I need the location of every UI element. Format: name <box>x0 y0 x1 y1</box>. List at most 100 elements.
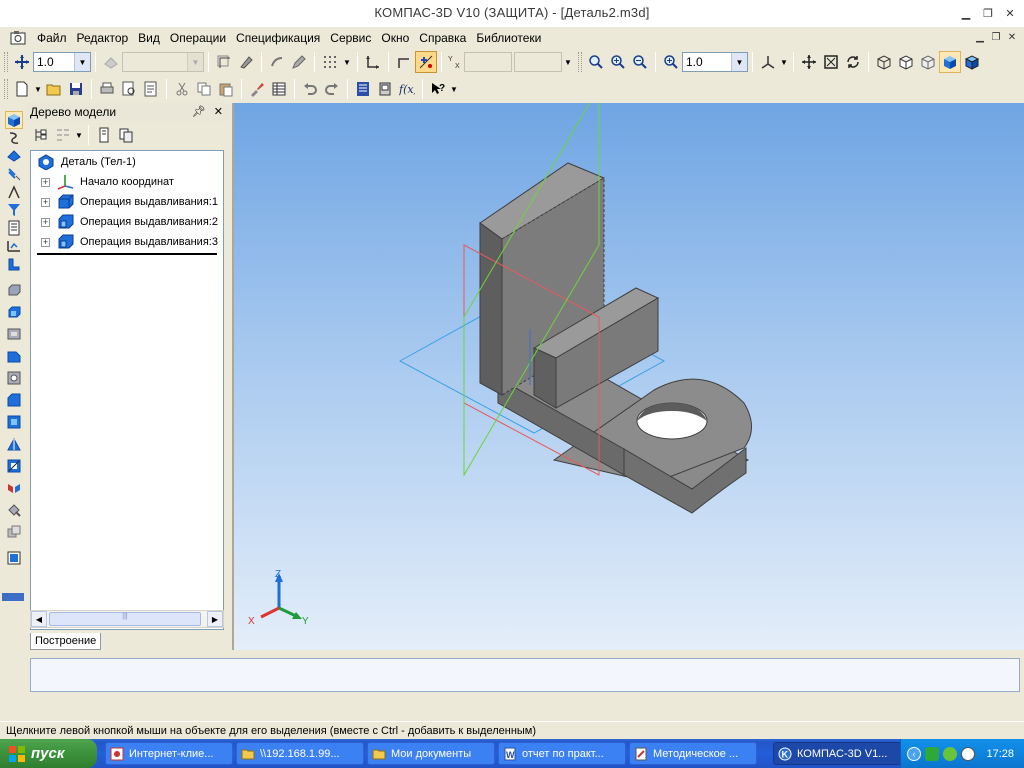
tool-assembly-button[interactable] <box>5 549 23 567</box>
preview-button[interactable] <box>118 78 140 100</box>
menu-service[interactable]: Сервис <box>325 27 376 49</box>
menu-file[interactable]: Файл <box>32 27 72 49</box>
scroll-thumb[interactable]: ||| <box>49 612 201 626</box>
task-method[interactable]: Методическое ... <box>629 742 757 765</box>
document-icon[interactable] <box>10 30 26 46</box>
new-button[interactable] <box>11 78 33 100</box>
open-button[interactable] <box>43 78 65 100</box>
menu-view[interactable]: Вид <box>133 27 165 49</box>
round-button[interactable] <box>393 51 415 73</box>
pan-button[interactable] <box>798 51 820 73</box>
manager-button[interactable] <box>352 78 374 100</box>
local-cs-button[interactable] <box>213 51 235 73</box>
function-button[interactable]: f(x) <box>396 78 418 100</box>
variables-button[interactable] <box>268 78 290 100</box>
tree-horizontal-scrollbar[interactable]: ◀ ||| ▶ <box>30 610 224 628</box>
grid-dropdown[interactable]: ▼ <box>341 51 353 73</box>
orientation-button[interactable] <box>235 51 257 73</box>
panel-curves-button[interactable] <box>5 129 23 147</box>
save-button[interactable] <box>65 78 87 100</box>
tree-root[interactable]: Деталь (Тел-1) <box>37 153 136 171</box>
orientation-dropdown[interactable]: ▼ <box>779 51 789 73</box>
tool-mirror-button[interactable] <box>5 479 23 497</box>
menu-libraries[interactable]: Библиотеки <box>471 27 546 49</box>
panel-expand-bar[interactable] <box>2 593 24 601</box>
doc-close-icon[interactable]: ✕ <box>1004 29 1020 45</box>
tree-item-extrude-2[interactable]: + Операция выдавливания:2 <box>41 213 218 231</box>
tool-split-button[interactable] <box>5 501 23 519</box>
tree-view-dropdown[interactable]: ▼ <box>74 124 84 146</box>
tray-expand-icon[interactable]: ‹ <box>907 746 921 761</box>
coordinates-button[interactable]: YX <box>446 51 464 73</box>
task-report[interactable]: W отчет по практ... <box>498 742 626 765</box>
tree-relations-button[interactable] <box>115 124 137 146</box>
menu-specification[interactable]: Спецификация <box>231 27 325 49</box>
tool-rotate-button[interactable] <box>5 303 23 321</box>
tool-cut-button[interactable] <box>5 369 23 387</box>
tool-chamfer-button[interactable] <box>5 391 23 409</box>
chevron-down-icon[interactable]: ▼ <box>731 53 747 71</box>
task-my-documents[interactable]: Мои документы <box>367 742 495 765</box>
panel-measure-button[interactable] <box>5 237 23 255</box>
shaded-edges-button[interactable] <box>961 51 983 73</box>
panel-auxiliary-button[interactable] <box>5 183 23 201</box>
tree-item-extrude-3[interactable]: + Операция выдавливания:3 <box>41 233 218 251</box>
redo-button[interactable] <box>321 78 343 100</box>
tool-shell-button[interactable] <box>5 457 23 475</box>
task-kompas[interactable]: K КОМПАС-3D V1... <box>773 742 901 765</box>
panel-sheet-button[interactable] <box>5 255 23 273</box>
tool-extrude-button[interactable] <box>5 281 23 299</box>
chevron-down-icon[interactable]: ▼ <box>74 53 90 71</box>
toolbar-overflow[interactable]: ▼ <box>562 51 574 73</box>
model-scene[interactable]: Z X Y <box>234 103 1024 650</box>
expand-icon[interactable]: + <box>41 217 50 227</box>
tool-rib-button[interactable] <box>5 435 23 453</box>
panel-editing-button[interactable] <box>5 111 23 129</box>
panel-arrays-button[interactable] <box>5 165 23 183</box>
rotate-button[interactable] <box>842 51 864 73</box>
zoom-scale-button[interactable] <box>660 51 682 73</box>
ortho-button[interactable] <box>362 51 384 73</box>
context-help-button[interactable]: ? <box>427 78 449 100</box>
step-cursor-button[interactable] <box>11 51 33 73</box>
shaded-button[interactable] <box>939 51 961 73</box>
edit-sketch-button[interactable] <box>288 51 310 73</box>
copy-button[interactable] <box>193 78 215 100</box>
pin-icon[interactable]: 📌︎ <box>192 103 206 121</box>
wireframe-button[interactable] <box>873 51 895 73</box>
tree-item-origin[interactable]: + Начало координат <box>41 173 174 191</box>
paste-button[interactable] <box>215 78 237 100</box>
clock-tray-icon[interactable] <box>961 746 975 761</box>
minimize-icon[interactable]: ▁ <box>956 4 976 22</box>
tool-hole-button[interactable] <box>5 413 23 431</box>
scroll-right-icon[interactable]: ▶ <box>207 611 223 627</box>
tool-kinematic-button[interactable] <box>5 325 23 343</box>
properties-button[interactable] <box>140 78 162 100</box>
close-icon[interactable]: ✕ <box>214 103 223 121</box>
menu-operations[interactable]: Операции <box>165 27 231 49</box>
zoom-window-button[interactable] <box>585 51 607 73</box>
sketch-button[interactable] <box>266 51 288 73</box>
toolbar-grip[interactable] <box>4 52 8 72</box>
zoom-in-button[interactable] <box>607 51 629 73</box>
expand-icon[interactable]: + <box>41 197 50 207</box>
zoom-out-button[interactable] <box>629 51 651 73</box>
panel-filters-button[interactable] <box>5 201 23 219</box>
menu-help[interactable]: Справка <box>414 27 471 49</box>
orientation-menu-button[interactable] <box>757 51 779 73</box>
new-dropdown[interactable]: ▼ <box>33 78 43 100</box>
part-body[interactable] <box>479 162 752 514</box>
model-viewport[interactable]: Z X Y <box>232 103 1024 650</box>
panel-spec-button[interactable] <box>5 219 23 237</box>
panel-surfaces-button[interactable] <box>5 147 23 165</box>
zoom-combo[interactable]: 1.0 ▼ <box>682 52 748 72</box>
maximize-icon[interactable]: ❐ <box>978 4 998 22</box>
start-button[interactable]: пуск <box>0 739 97 768</box>
antivirus-icon[interactable] <box>943 746 957 761</box>
doc-restore-icon[interactable]: ❐ <box>988 29 1004 45</box>
tool-loft-button[interactable] <box>5 347 23 365</box>
close-icon[interactable]: ✕ <box>1000 4 1020 22</box>
step-combo[interactable]: 1.0 ▼ <box>33 52 91 72</box>
menu-window[interactable]: Окно <box>376 27 414 49</box>
menu-edit[interactable]: Редактор <box>72 27 134 49</box>
